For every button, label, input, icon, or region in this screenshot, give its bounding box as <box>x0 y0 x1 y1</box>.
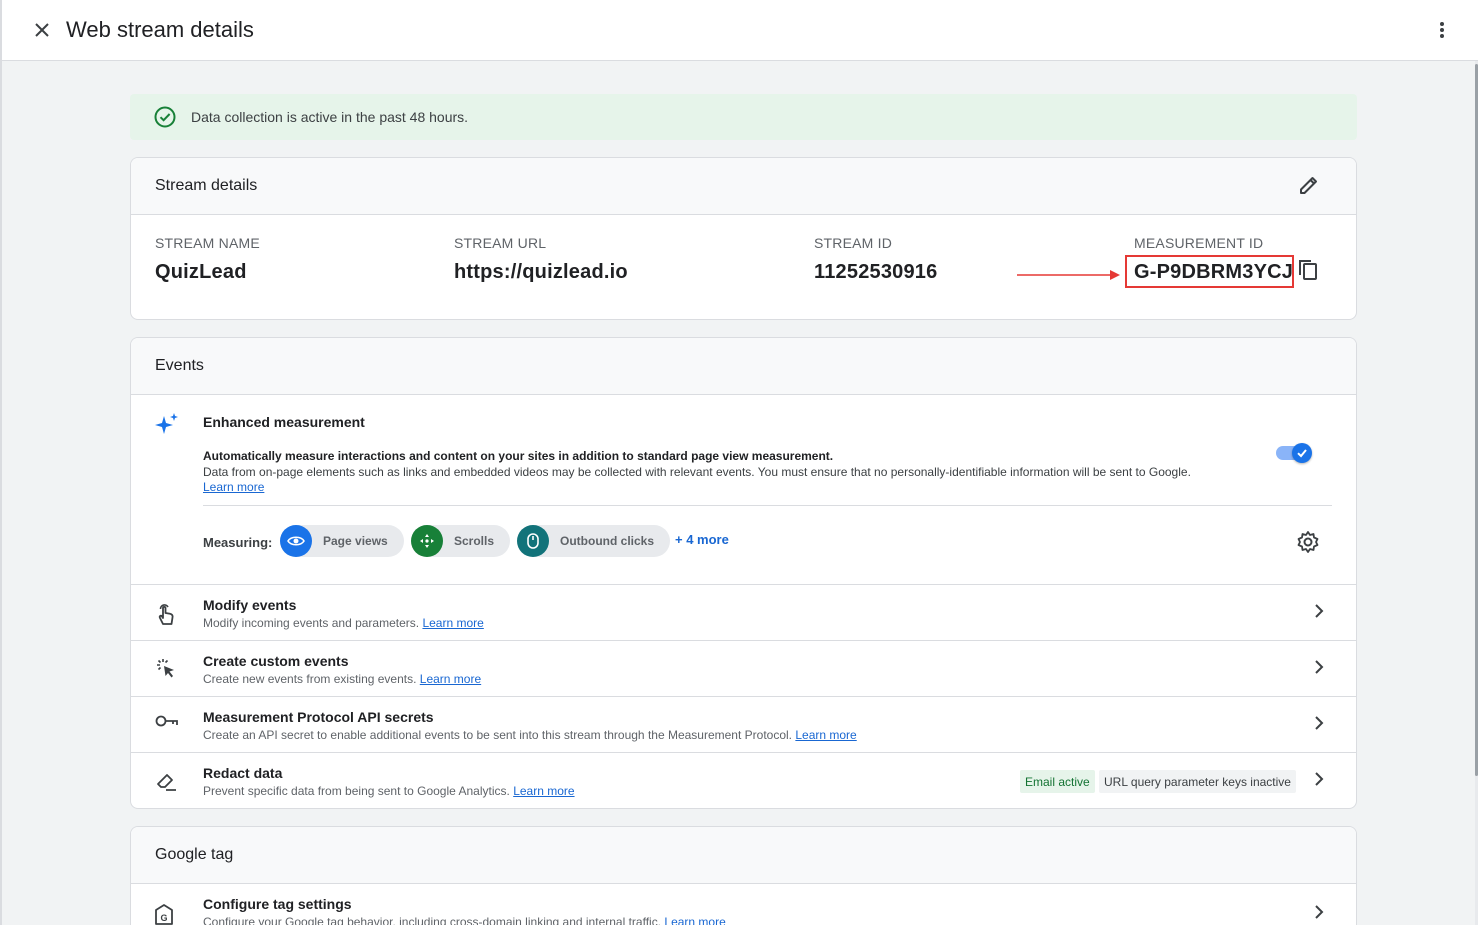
stream-details-header: Stream details <box>131 158 1356 215</box>
row-title: Modify events <box>203 597 297 613</box>
status-badge: URL query parameter keys inactive <box>1099 770 1296 793</box>
row-sub-text: Prevent specific data from being sent to… <box>203 784 510 798</box>
stream-name-value: QuizLead <box>155 261 247 283</box>
stream-details-title: Stream details <box>155 177 258 194</box>
row-subtitle: Prevent specific data from being sent to… <box>203 784 575 798</box>
row-title: Create custom events <box>203 653 349 669</box>
sparkle-icon <box>155 413 178 434</box>
events-header: Events <box>131 338 1356 395</box>
enhanced-measurement-desc-bold: Automatically measure interactions and c… <box>203 449 834 463</box>
main-content: Data collection is active in the past 48… <box>130 94 1357 925</box>
pencil-icon <box>1300 177 1317 194</box>
row-sub-text: Create new events from existing events. <box>203 672 417 686</box>
top-bar: Web stream details <box>2 0 1478 61</box>
copy-button[interactable] <box>1298 259 1318 286</box>
learn-more-link[interactable]: Learn more <box>795 728 856 742</box>
cursor-click-icon <box>157 659 174 678</box>
configure-tag-row[interactable]: G Configure tag settings Configure your … <box>131 884 1356 925</box>
annotation-arrow <box>1017 270 1120 280</box>
chevron-right-icon <box>1315 772 1324 786</box>
touch-icon <box>158 604 174 625</box>
divider <box>203 505 1332 506</box>
stream-name-label: STREAM NAME <box>155 235 260 251</box>
eye-icon <box>280 525 312 557</box>
left-edge <box>0 0 2 925</box>
learn-more-link[interactable]: Learn more <box>422 616 483 630</box>
events-card: Events Enhanced measurement Automaticall… <box>130 337 1357 809</box>
close-icon <box>35 23 49 37</box>
row-sub-text: Modify incoming events and parameters. <box>203 616 420 630</box>
mouse-icon <box>517 525 549 557</box>
google-tag-icon: G <box>155 904 173 925</box>
enhanced-measurement: Enhanced measurement Automatically measu… <box>131 395 1356 584</box>
learn-more-link[interactable]: Learn more <box>420 672 481 686</box>
row-subtitle: Create an API secret to enable additiona… <box>203 728 857 742</box>
check-icon <box>1297 449 1307 458</box>
chip-scrolls[interactable]: Scrolls <box>411 525 511 557</box>
more-vert-icon <box>1440 22 1444 38</box>
settings-button[interactable] <box>1296 530 1320 559</box>
enhanced-measurement-desc: Data from on-page elements such as links… <box>203 465 1191 479</box>
enhanced-measurement-toggle[interactable] <box>1276 443 1312 463</box>
chevron-right-icon <box>1315 660 1324 674</box>
enhanced-measurement-learn-more[interactable]: Learn more <box>203 480 264 494</box>
copy-icon <box>1299 260 1317 280</box>
events-title: Events <box>155 357 204 374</box>
create-custom-events-row[interactable]: Create custom events Create new events f… <box>131 640 1356 696</box>
gear-icon <box>1297 531 1319 553</box>
chevron-right-icon <box>1315 905 1324 919</box>
stream-details-card: Stream details STREAM NAME QuizLead STRE… <box>130 157 1357 320</box>
eraser-icon <box>157 774 176 791</box>
stream-url-value: https://quizlead.io <box>454 261 628 283</box>
scroll-icon <box>411 525 443 557</box>
measurement-id-value[interactable]: G-P9DBRM3YCJ <box>1134 261 1293 284</box>
stream-name-field: STREAM NAME QuizLead <box>155 235 260 284</box>
chip-page-views[interactable]: Page views <box>280 525 404 557</box>
stream-id-label: STREAM ID <box>814 235 893 251</box>
learn-more-link[interactable]: Learn more <box>664 915 725 925</box>
check-circle-icon <box>154 106 176 128</box>
google-tag-header: Google tag <box>131 827 1356 884</box>
row-title: Redact data <box>203 765 283 781</box>
close-button[interactable] <box>22 10 62 50</box>
page-title: Web stream details <box>66 17 254 42</box>
stream-id-field: STREAM ID 11252530916 <box>814 235 937 284</box>
chip-label: Scrolls <box>454 534 495 548</box>
chevron-right-icon <box>1315 716 1324 730</box>
learn-more-link[interactable]: Learn more <box>513 784 574 798</box>
row-sub-text: Create an API secret to enable additiona… <box>203 728 793 742</box>
measurement-id-field: MEASUREMENT ID G-P9DBRM3YCJ <box>1134 235 1293 284</box>
stream-id-value: 11252530916 <box>814 261 938 283</box>
chip-outbound-clicks[interactable]: Outbound clicks <box>517 525 671 557</box>
redact-data-row[interactable]: Redact data Prevent specific data from b… <box>131 752 1356 808</box>
svg-text:G: G <box>160 913 167 923</box>
google-tag-card: Google tag G Configure tag settings Conf… <box>130 826 1357 925</box>
stream-url-field: STREAM URL https://quizlead.io <box>454 235 628 284</box>
chip-label: Page views <box>323 534 388 548</box>
toggle-thumb <box>1292 443 1312 463</box>
stream-details-row: STREAM NAME QuizLead STREAM URL https://… <box>131 215 1356 319</box>
row-sub-text: Configure your Google tag behavior, incl… <box>203 915 662 925</box>
measuring-label: Measuring: <box>203 535 273 550</box>
key-icon <box>155 715 178 727</box>
status-badge: Email active <box>1020 770 1095 793</box>
row-title: Measurement Protocol API secrets <box>203 709 434 725</box>
more-options-button[interactable] <box>1426 14 1458 46</box>
stream-url-label: STREAM URL <box>454 235 547 251</box>
row-subtitle: Configure your Google tag behavior, incl… <box>203 915 726 925</box>
row-subtitle: Create new events from existing events. … <box>203 672 481 686</box>
status-banner: Data collection is active in the past 48… <box>130 94 1357 140</box>
measurement-id-label: MEASUREMENT ID <box>1134 235 1264 251</box>
edit-button[interactable] <box>1298 174 1320 201</box>
chip-label: Outbound clicks <box>560 534 655 548</box>
enhanced-measurement-title: Enhanced measurement <box>203 414 365 430</box>
measurement-protocol-row[interactable]: Measurement Protocol API secrets Create … <box>131 696 1356 752</box>
row-subtitle: Modify incoming events and parameters. L… <box>203 616 484 630</box>
status-banner-text: Data collection is active in the past 48… <box>191 109 469 125</box>
more-measurements-link[interactable]: + 4 more <box>675 532 729 547</box>
modify-events-row[interactable]: Modify events Modify incoming events and… <box>131 584 1356 640</box>
google-tag-title: Google tag <box>155 846 234 863</box>
chevron-right-icon <box>1315 604 1324 618</box>
row-title: Configure tag settings <box>203 896 352 912</box>
